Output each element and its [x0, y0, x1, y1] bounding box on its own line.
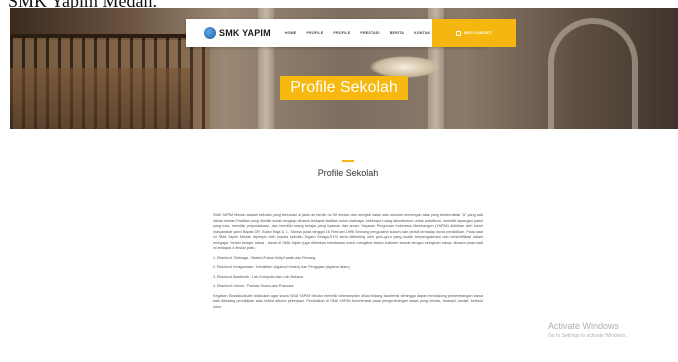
profile-content: SMA YAPIM Medan adalah sekolah yang berl… [213, 213, 483, 314]
brand-name: SMK YAPIM [219, 28, 271, 38]
section-title: Profile Sekolah [317, 168, 379, 178]
list-item: 4. Ekschool Umum : Paduan Suara,dan Pram… [213, 284, 294, 288]
list-item: 1. Ekschool Olahraga : Basket,Futsal,Vol… [213, 255, 316, 260]
contact-button-label: INFO CONTACT [463, 31, 493, 35]
contact-button[interactable]: INFO CONTACT [432, 19, 516, 47]
watermark-subtitle: Go to Settings to activate Windows. [548, 333, 627, 339]
chandelier [370, 56, 440, 78]
closing-paragraph: Kegiatan Ekstrakulikuler dilakukan agar … [213, 293, 483, 309]
school-logo-icon [204, 27, 216, 39]
nav-link-profile[interactable]: PROFILE [306, 31, 323, 35]
hall-arch [548, 18, 638, 129]
nav-link-berita[interactable]: BERITA [390, 31, 404, 35]
nav-link-profile-2[interactable]: PROFILE [333, 31, 350, 35]
phone-icon [455, 30, 461, 36]
nav-links: HOME PROFILE PROFILE PRESTASI BERITA KON… [285, 31, 431, 35]
intro-paragraph: SMA YAPIM Medan adalah sekolah yang berl… [213, 213, 483, 250]
nav-link-prestasi[interactable]: PRESTASI [360, 31, 379, 35]
list-item: 2. Ekschool Keagamaan : Kebaktian (Agama… [213, 265, 350, 269]
hero-title: Profile Sekolah [280, 76, 408, 100]
brand[interactable]: SMK YAPIM [204, 27, 271, 39]
windows-activation-watermark: Activate Windows Go to Settings to activ… [548, 321, 627, 339]
nav-link-home[interactable]: HOME [285, 31, 297, 35]
section-accent-line [342, 160, 354, 162]
list-item: 3. Ekschool Akademik : Lab Komputer,dan … [213, 274, 303, 279]
balcony-wall [10, 68, 190, 129]
watermark-title: Activate Windows [548, 321, 620, 331]
nav-link-kontak[interactable]: KONTAK [414, 31, 430, 35]
